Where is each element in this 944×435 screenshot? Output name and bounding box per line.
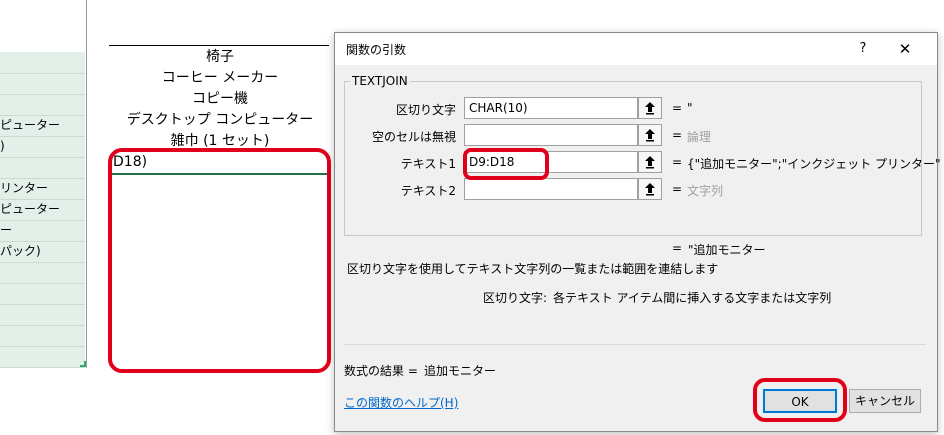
sheet-row[interactable] (0, 94, 85, 116)
dialog-titlebar[interactable]: 関数の引数 ? ✕ (335, 33, 937, 65)
arg-label-ignore-empty: 空のセルは無視 (371, 130, 456, 144)
fill-handle[interactable] (80, 361, 86, 367)
function-result-value: "追加モニター (688, 243, 766, 257)
argument-description-name: 区切り文字: (483, 291, 548, 305)
collapse-arrow-icon (645, 102, 655, 115)
sheet-row[interactable] (0, 304, 85, 326)
arg-input-text2[interactable] (464, 178, 638, 200)
arg-label-delimiter: 区切り文字 (395, 103, 456, 117)
left-sheet-fragment: ピューター) リンター ピューターーパック) (0, 0, 88, 368)
sheet-row[interactable]: リンター (0, 178, 85, 200)
dialog-title: 関数の引数 (346, 43, 407, 57)
sheet-row[interactable]: ) (0, 136, 85, 158)
equals-sign: = (672, 101, 683, 115)
arg-input-ignore-empty[interactable] (464, 124, 638, 146)
cell-item-4[interactable]: デスクトップ コンピューター (105, 110, 335, 130)
equals-sign: = (672, 155, 683, 169)
range-select-button[interactable] (638, 178, 662, 200)
collapse-arrow-icon (645, 156, 655, 169)
function-description: 区切り文字を使用してテキスト文字列の一覧または範囲を連結します (347, 262, 719, 276)
cell-item-3[interactable]: コピー機 (105, 89, 335, 109)
arg-label-text1: テキスト1 (400, 157, 456, 171)
function-arguments-dialog: 関数の引数 ? ✕ TEXTJOIN 区切り文字 CHAR(10) = " 空の… (334, 32, 941, 432)
collapse-arrow-icon (645, 129, 655, 142)
sheet-row[interactable] (0, 73, 85, 95)
column-divider (86, 0, 87, 368)
sheet-row[interactable]: ピューター (0, 199, 85, 221)
annotation-highlight-cell (108, 148, 331, 373)
sheet-row[interactable] (0, 346, 85, 368)
function-name: TEXTJOIN (350, 74, 410, 88)
help-icon[interactable]: ? (853, 39, 873, 59)
sheet-row[interactable] (0, 262, 85, 284)
sheet-row[interactable]: ー (0, 220, 85, 242)
cell-item-2[interactable]: コーヒー メーカー (105, 68, 335, 88)
annotation-highlight-ok (753, 378, 847, 422)
range-select-button[interactable] (638, 151, 662, 173)
arg-input-delimiter[interactable]: CHAR(10) (464, 97, 638, 119)
divider (344, 344, 926, 345)
annotation-highlight-text1 (463, 148, 549, 180)
range-select-button[interactable] (638, 97, 662, 119)
arg-result-text2: 文字列 (687, 184, 724, 198)
sheet-row[interactable]: ピューター (0, 115, 85, 137)
function-result-equals: = (672, 241, 683, 255)
sheet-row[interactable] (0, 52, 85, 74)
sheet-row[interactable] (0, 325, 85, 347)
range-select-button[interactable] (638, 124, 662, 146)
equals-sign: = (672, 182, 683, 196)
arg-label-text2: テキスト2 (400, 184, 456, 198)
formula-result-value: 追加モニター (424, 364, 497, 378)
argument-description-text: 各テキスト アイテム間に挿入する文字または文字列 (553, 291, 832, 305)
sheet-row[interactable]: パック) (0, 241, 85, 263)
formula-result-label: 数式の結果 = (344, 364, 418, 378)
equals-sign: = (672, 128, 683, 142)
arg-result-ignore-empty: 論理 (687, 130, 712, 144)
collapse-arrow-icon (645, 183, 655, 196)
sheet-row[interactable] (0, 157, 85, 179)
cell-border-line (109, 45, 329, 46)
cancel-button[interactable]: キャンセル (849, 389, 921, 413)
function-help-link[interactable]: この関数のヘルプ(H) (344, 394, 458, 411)
close-icon[interactable]: ✕ (895, 39, 915, 59)
arg-result-text1: {"追加モニター";"インクジェット プリンター" (687, 157, 941, 171)
sheet-row[interactable] (0, 283, 85, 305)
arg-result-delimiter: " (687, 101, 693, 115)
middle-sheet-fragment: 椅子 コーヒー メーカー コピー機 デスクトップ コンピューター 雑巾 (1 セ… (105, 0, 335, 380)
cell-item-1[interactable]: 椅子 (105, 47, 335, 67)
